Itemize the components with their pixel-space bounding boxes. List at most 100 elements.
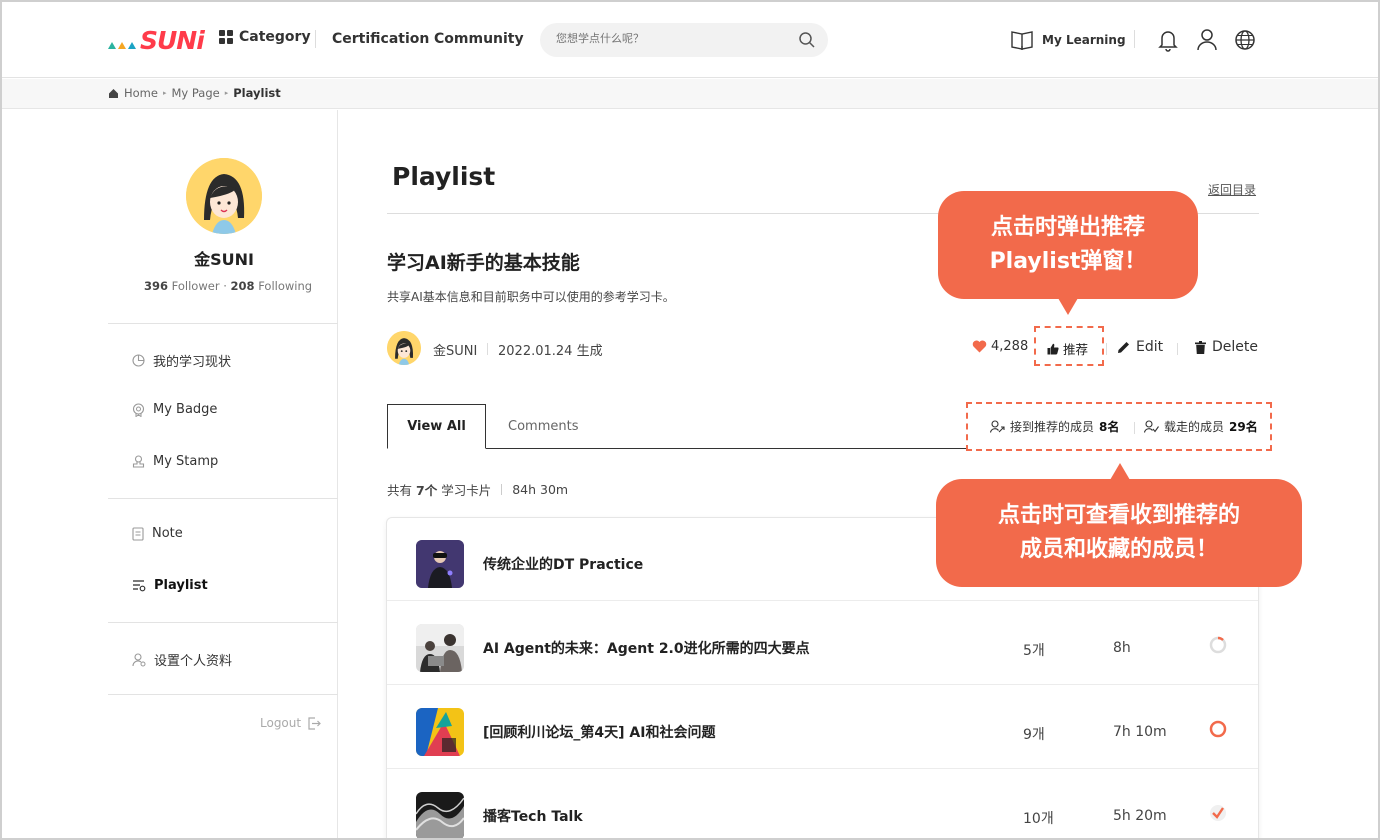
sidebar-item-profile-settings[interactable]: 设置个人资料: [132, 650, 232, 669]
received-members-link[interactable]: 接到推荐的成员 8名: [990, 418, 1119, 435]
received-members-label: 接到推荐的成员: [1010, 420, 1095, 434]
edit-button[interactable]: Edit: [1117, 339, 1163, 355]
breadcrumb-home[interactable]: Home: [124, 86, 158, 100]
category-label: Category: [239, 29, 311, 45]
my-learning-label: My Learning: [1042, 33, 1126, 47]
my-learning-link[interactable]: My Learning: [1010, 29, 1126, 51]
tab-view-all[interactable]: View All: [387, 404, 486, 449]
user-icon[interactable]: [1196, 28, 1218, 52]
following-label[interactable]: Following: [258, 279, 312, 293]
thumbs-up-icon: [1047, 343, 1059, 354]
bell-icon[interactable]: [1158, 28, 1178, 52]
sidebar-item-label: 我的学习现状: [153, 355, 232, 370]
user-check-icon: [1144, 420, 1159, 433]
note-icon: [132, 526, 144, 541]
page-title: Playlist: [392, 162, 496, 191]
members-callout: 点击时可查看收到推荐的 成员和收藏的成员！: [936, 463, 1302, 587]
sidebar-divider: [108, 323, 338, 324]
like-button[interactable]: 4,288: [972, 339, 1028, 354]
sidebar-item-label: My Badge: [153, 402, 218, 417]
check-complete-icon: [1210, 805, 1226, 821]
follow-stats: 396 Follower · 208 Following: [144, 279, 312, 293]
sidebar-divider: [108, 694, 338, 695]
header-divider: [1134, 30, 1135, 48]
list-item[interactable]: AI Agent的未来：Agent 2.0进化所需的四大要点 5개 8h: [387, 602, 1258, 685]
edit-label: Edit: [1136, 339, 1164, 355]
profile-name: 金SUNI: [194, 250, 254, 269]
nav-certification[interactable]: Certification: [332, 31, 429, 47]
sidebar-item-note[interactable]: Note: [132, 526, 183, 541]
sidebar: 金SUNI 396 Follower · 208 Following 我的学习现…: [2, 110, 338, 838]
card-thumbnail: [416, 708, 464, 756]
logout-label: Logout: [260, 716, 302, 730]
recommend-button[interactable]: 推荐: [1047, 339, 1088, 358]
sidebar-item-badge[interactable]: My Badge: [132, 402, 217, 417]
like-count: 4,288: [991, 339, 1029, 354]
card-title: 传统企业的DT Practice: [483, 557, 644, 573]
playlist-icon: [133, 580, 146, 592]
search-input[interactable]: [556, 32, 786, 45]
avatar-illustration: [387, 331, 421, 365]
saved-members-label: 载走的成员: [1164, 420, 1225, 434]
saved-members-count: 29名: [1229, 420, 1258, 434]
sidebar-item-label: Playlist: [154, 578, 208, 593]
nav-divider: [315, 30, 316, 48]
trash-icon: [1195, 340, 1206, 354]
callout-line: 成员和收藏的成员！: [1019, 537, 1218, 562]
sidebar-item-playlist[interactable]: Playlist: [132, 578, 208, 593]
created-date: 2022.01.24 生成: [498, 344, 603, 359]
logo-text: SUNi: [140, 26, 205, 55]
card-title: 播客Tech Talk: [483, 809, 583, 825]
playlist-description: 共享AI基本信息和目前职务中可以使用的参考学习卡。: [387, 290, 675, 304]
search-icon[interactable]: [798, 31, 816, 49]
card-count-cell: 9개: [1023, 727, 1045, 743]
sidebar-item-learning-status[interactable]: 我的学习现状: [132, 351, 231, 370]
progress-ring-icon: [1209, 636, 1227, 654]
callout-line: 点击时可查看收到推荐的: [997, 503, 1240, 528]
delete-button[interactable]: Delete: [1195, 339, 1258, 355]
breadcrumb-mypage[interactable]: My Page: [171, 86, 219, 100]
tab-comments[interactable]: Comments: [508, 419, 578, 434]
sidebar-item-stamp[interactable]: My Stamp: [132, 454, 218, 469]
logo[interactable]: SUNi: [108, 26, 205, 55]
sidebar-divider: [108, 498, 338, 499]
profile-settings-icon: [132, 652, 146, 666]
page-frame: SUNi Category Certification Community My…: [0, 0, 1380, 840]
card-count-summary: 共有 7个 学习卡片 84h 30m: [387, 480, 568, 499]
card-count-cell: 5개: [1023, 643, 1045, 659]
playlist-title: 学习AI新手的基本技能: [387, 252, 580, 274]
card-count-prefix: 共有: [387, 483, 413, 498]
nav-community[interactable]: Community: [434, 31, 524, 47]
breadcrumb-current: Playlist: [233, 86, 281, 100]
saved-members-link[interactable]: 载走的成员 29名: [1144, 418, 1258, 435]
callout-line: 点击时弹出推荐: [990, 215, 1145, 240]
follower-label[interactable]: Follower: [172, 279, 220, 293]
card-count-cell: 10개: [1023, 811, 1054, 827]
recommend-label: 推荐: [1063, 342, 1089, 357]
logout-icon: [308, 716, 321, 730]
follower-count: 396: [144, 279, 169, 293]
breadcrumb: Home ▸ My Page ▸ Playlist: [108, 86, 281, 100]
summary-divider: [501, 484, 503, 495]
dot-separator: ·: [223, 279, 231, 293]
card-title: [回顾利川论坛_第4天] AI和社会问题: [483, 725, 716, 741]
card-time-cell: 7h 10m: [1113, 724, 1167, 740]
following-count: 208: [230, 279, 255, 293]
sidebar-divider: [108, 622, 338, 623]
author-name[interactable]: 金SUNI: [433, 340, 477, 359]
received-members-count: 8名: [1099, 420, 1120, 434]
sidebar-item-label: Note: [152, 526, 183, 541]
home-icon[interactable]: [108, 88, 119, 99]
avatar: [186, 158, 262, 234]
list-item[interactable]: [回顾利川论坛_第4天] AI和社会问题 9개 7h 10m: [387, 686, 1258, 769]
card-count: 共有 7个 学习卡片: [387, 480, 491, 499]
sidebar-item-label: My Stamp: [153, 454, 219, 469]
category-menu[interactable]: Category: [219, 29, 311, 45]
avatar-illustration: [186, 158, 262, 234]
stamp-icon: [132, 454, 145, 468]
logout-button[interactable]: Logout: [260, 716, 321, 730]
back-to-list-link[interactable]: 返回目录: [1208, 181, 1256, 198]
list-item[interactable]: 播客Tech Talk 10개 5h 20m: [387, 770, 1258, 838]
globe-icon[interactable]: [1234, 28, 1256, 52]
breadcrumb-arrow-icon: ▸: [162, 89, 167, 97]
